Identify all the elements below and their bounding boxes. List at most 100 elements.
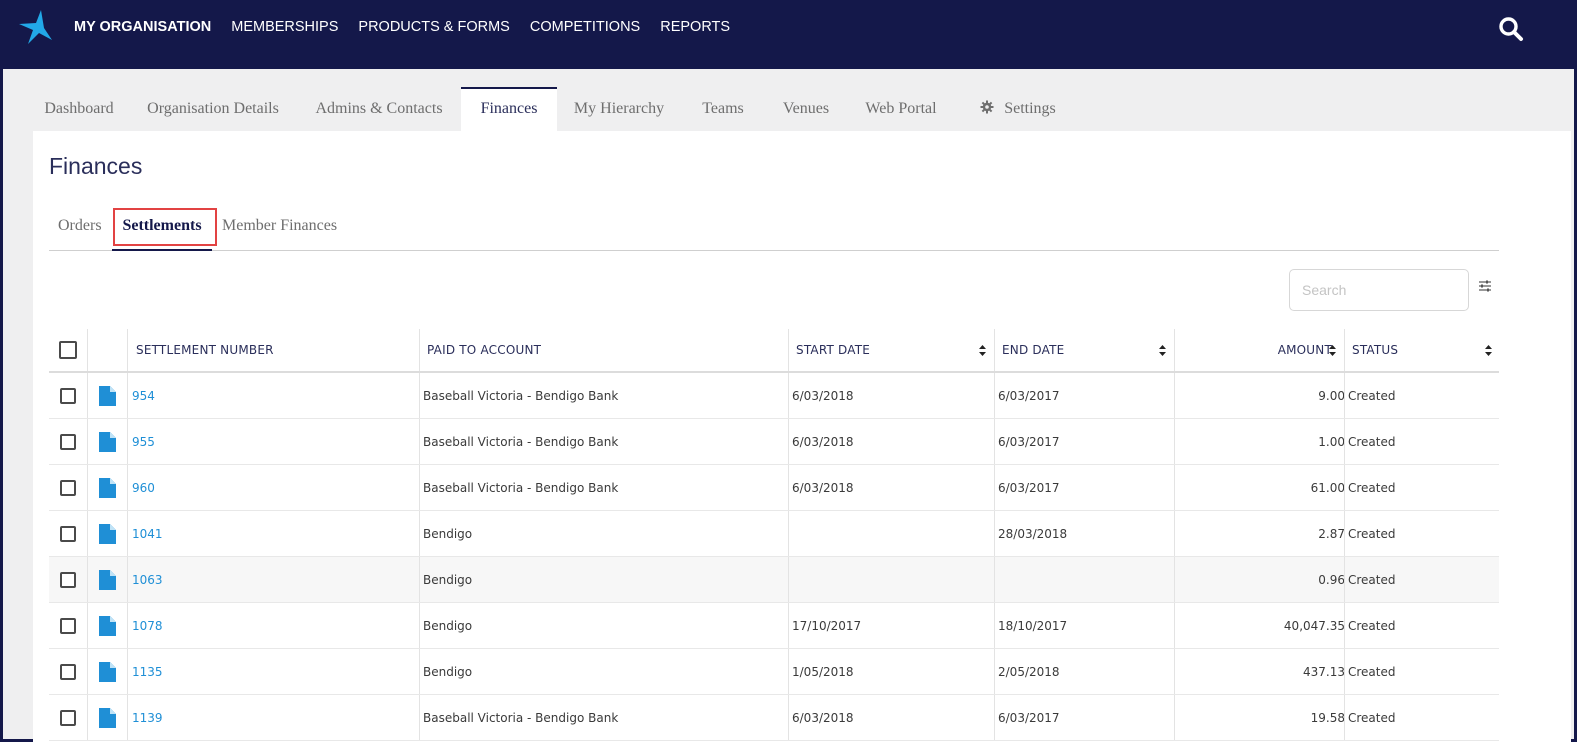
tab-organisation-details[interactable]: Organisation Details (133, 87, 293, 131)
nav-memberships[interactable]: MEMBERSHIPS (231, 19, 338, 35)
paid-to-account: Baseball Victoria - Bendigo Bank (423, 710, 619, 725)
settlement-number-link[interactable]: 1078 (132, 603, 418, 648)
start-date: 6/03/2018 (792, 434, 854, 449)
tab-settings[interactable]: Settings (966, 87, 1070, 131)
header-paid-to-account[interactable]: PAID TO ACCOUNT (427, 329, 792, 371)
table-row: 1135 Bendigo 1/05/2018 2/05/2018 437.13 … (49, 649, 1499, 695)
document-icon[interactable] (98, 615, 116, 636)
filter-settings-icon[interactable] (1478, 279, 1492, 293)
document-icon[interactable] (98, 431, 116, 452)
amount: 19.58 (1310, 710, 1345, 725)
settlement-number-link[interactable]: 1135 (132, 649, 418, 694)
search-icon[interactable] (1498, 16, 1524, 42)
row-checkbox[interactable] (60, 387, 76, 404)
settlement-number-link[interactable]: 955 (132, 419, 418, 464)
tab-admins-contacts[interactable]: Admins & Contacts (298, 87, 460, 131)
finance-subtabs: Orders Settlements Member Finances (49, 207, 1499, 251)
header-start-date[interactable]: START DATE (796, 329, 998, 371)
amount: 40,047.35 (1283, 618, 1345, 633)
select-all-checkbox[interactable] (59, 341, 77, 359)
document-icon[interactable] (98, 661, 116, 682)
row-select-cell (49, 419, 87, 464)
gear-icon (980, 100, 994, 114)
status: Created (1348, 710, 1396, 725)
row-checkbox[interactable] (60, 433, 76, 450)
settlement-number-link[interactable]: 1041 (132, 511, 418, 556)
subtab-orders[interactable]: Orders (58, 207, 102, 251)
status: Created (1348, 388, 1396, 403)
row-checkbox[interactable] (60, 709, 76, 726)
table-row: 955 Baseball Victoria - Bendigo Bank 6/0… (49, 419, 1499, 465)
tab-finances[interactable]: Finances (461, 87, 557, 131)
end-date: 6/03/2017 (998, 480, 1060, 495)
sort-icon[interactable] (1329, 345, 1336, 356)
header-status[interactable]: STATUS (1352, 329, 1500, 371)
document-icon[interactable] (98, 477, 116, 498)
app-frame: MY ORGANISATION MEMBERSHIPS PRODUCTS & F… (0, 0, 1577, 742)
amount: 1.00 (1318, 434, 1345, 449)
row-checkbox[interactable] (60, 525, 76, 542)
row-document-cell (87, 649, 127, 694)
table-header: SETTLEMENT NUMBER PAID TO ACCOUNT START … (49, 329, 1499, 373)
search-input[interactable] (1289, 269, 1469, 311)
sort-icon[interactable] (1485, 345, 1492, 356)
tab-my-hierarchy[interactable]: My Hierarchy (559, 87, 679, 131)
row-checkbox[interactable] (60, 617, 76, 634)
subtab-settlements[interactable]: Settlements (112, 207, 212, 251)
header-end-date[interactable]: END DATE (1002, 329, 1178, 371)
status: Created (1348, 618, 1396, 633)
amount: 2.87 (1318, 526, 1345, 541)
tab-venues[interactable]: Venues (765, 87, 847, 131)
row-checkbox[interactable] (60, 479, 76, 496)
star-logo-icon[interactable] (19, 10, 55, 44)
row-checkbox[interactable] (60, 663, 76, 680)
row-checkbox[interactable] (60, 571, 76, 588)
settlements-table: SETTLEMENT NUMBER PAID TO ACCOUNT START … (49, 329, 1499, 741)
start-date: 6/03/2018 (792, 710, 854, 725)
start-date: 6/03/2018 (792, 388, 854, 403)
nav-reports[interactable]: REPORTS (660, 19, 730, 35)
sort-icon[interactable] (1159, 345, 1166, 356)
settlement-number-link[interactable]: 1139 (132, 695, 418, 740)
tab-dashboard[interactable]: Dashboard (25, 87, 133, 131)
start-date: 1/05/2018 (792, 664, 854, 679)
table-row: 1063 Bendigo 0.96 Created (49, 557, 1499, 603)
document-icon[interactable] (98, 569, 116, 590)
document-icon[interactable] (98, 707, 116, 728)
header-settlement-number[interactable]: SETTLEMENT NUMBER (136, 329, 422, 371)
start-date (792, 511, 994, 556)
paid-to-account: Bendigo (423, 618, 473, 633)
status: Created (1348, 572, 1396, 587)
tab-settings-label: Settings (1004, 100, 1056, 117)
table-row: 1139 Baseball Victoria - Bendigo Bank 6/… (49, 695, 1499, 741)
tab-teams[interactable]: Teams (686, 87, 760, 131)
end-date: 18/10/2017 (998, 618, 1068, 633)
top-navbar: MY ORGANISATION MEMBERSHIPS PRODUCTS & F… (3, 0, 1577, 69)
document-icon[interactable] (98, 523, 116, 544)
header-amount-label: AMOUNT (1277, 343, 1332, 357)
tab-web-portal[interactable]: Web Portal (853, 87, 949, 131)
sort-icon[interactable] (979, 345, 986, 356)
start-date: 6/03/2018 (792, 480, 854, 495)
paid-to-account: Baseball Victoria - Bendigo Bank (423, 480, 619, 495)
main-menu: MY ORGANISATION MEMBERSHIPS PRODUCTS & F… (74, 19, 750, 35)
amount: 437.13 (1303, 664, 1345, 679)
header-amount[interactable]: AMOUNT (1178, 329, 1332, 371)
row-document-cell (87, 603, 127, 648)
settlement-number-link[interactable]: 1063 (132, 557, 418, 602)
nav-products-forms[interactable]: PRODUCTS & FORMS (358, 19, 509, 35)
end-date: 6/03/2017 (998, 710, 1060, 725)
settlement-number-link[interactable]: 960 (132, 465, 418, 510)
table-row: 1078 Bendigo 17/10/2017 18/10/2017 40,04… (49, 603, 1499, 649)
document-icon[interactable] (98, 385, 116, 406)
row-document-cell (87, 373, 127, 418)
row-document-cell (87, 511, 127, 556)
row-select-cell (49, 511, 87, 556)
subtab-member-finances[interactable]: Member Finances (222, 207, 337, 251)
header-select-cell (49, 329, 87, 371)
nav-my-organisation[interactable]: MY ORGANISATION (74, 19, 211, 35)
paid-to-account: Bendigo (423, 664, 473, 679)
paid-to-account: Baseball Victoria - Bendigo Bank (423, 434, 619, 449)
nav-competitions[interactable]: COMPETITIONS (530, 19, 640, 35)
settlement-number-link[interactable]: 954 (132, 373, 418, 418)
